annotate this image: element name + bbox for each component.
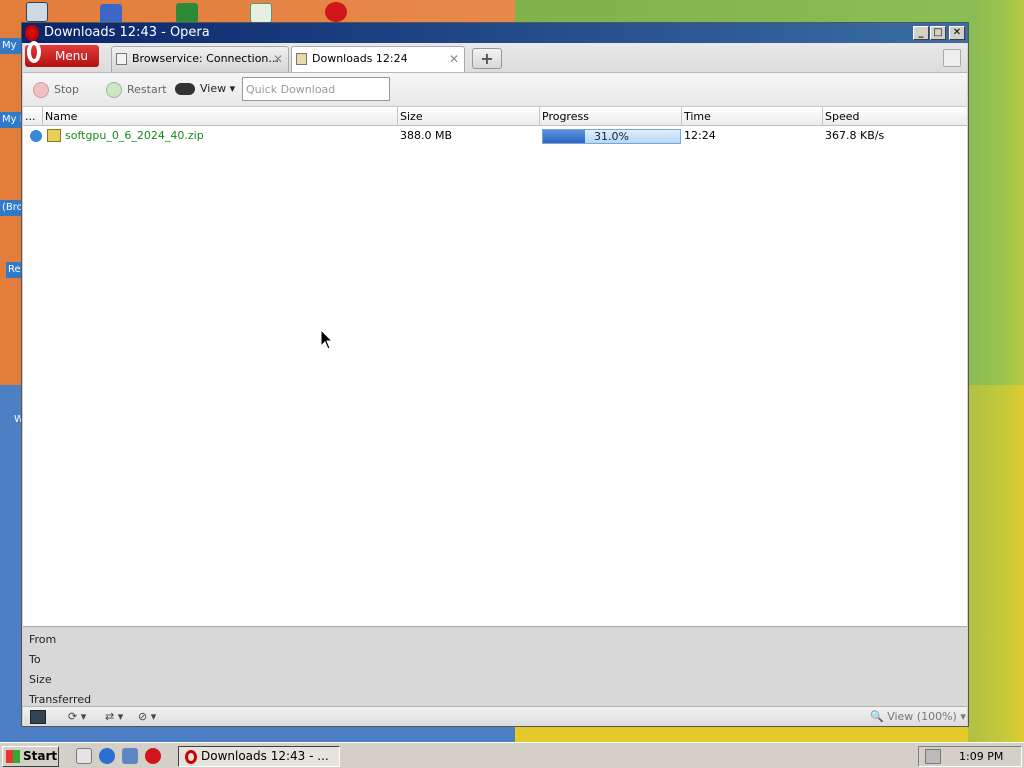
desktop-icon-label[interactable]: My I xyxy=(0,112,22,128)
share-icon[interactable]: ⇄ ▾ xyxy=(105,710,123,724)
stop-button[interactable]: Stop xyxy=(33,82,79,98)
new-tab-button[interactable]: + xyxy=(472,48,502,69)
desktop-computer-icon[interactable] xyxy=(26,2,48,22)
view-label: View xyxy=(200,82,227,95)
tab-browservice[interactable]: Browservice: Connection... ✕ xyxy=(111,46,289,72)
opera-quicklaunch-icon[interactable] xyxy=(145,748,161,764)
taskbar-item-label: Downloads 12:43 - ... xyxy=(201,749,329,763)
view-button[interactable]: View ▾ xyxy=(175,82,235,95)
status-bar: ⟳ ▾ ⇄ ▾ ⊘ ▾ 🔍 View (100%) ▾ xyxy=(23,706,967,726)
window-title: Downloads 12:43 - Opera xyxy=(44,25,210,40)
taskbar-item-opera[interactable]: Downloads 12:43 - ... xyxy=(178,746,340,767)
details-size-label: Size xyxy=(29,673,52,686)
download-details-panel: From To Size Transferred xyxy=(23,626,967,706)
opera-logo-icon xyxy=(25,25,39,41)
tab-label: Downloads 12:24 xyxy=(312,52,408,65)
mouse-cursor-icon xyxy=(320,329,334,350)
opera-logo-icon xyxy=(27,41,41,63)
desktop-network-icon[interactable] xyxy=(100,4,122,24)
downloads-list: ... Name Size Progress Time Speed softgp… xyxy=(23,107,967,626)
desktop-clock-icon[interactable] xyxy=(250,3,272,23)
show-desktop-icon[interactable] xyxy=(76,748,92,764)
close-tab-icon[interactable]: ✕ xyxy=(273,47,283,71)
desktop-wallpaper-edge xyxy=(968,0,1024,745)
start-label: Start xyxy=(23,749,58,763)
file-size: 388.0 MB xyxy=(400,129,453,142)
column-header-time[interactable]: Time xyxy=(682,107,823,126)
desktop-icon-label[interactable]: (Bro xyxy=(0,200,22,216)
restart-label: Restart xyxy=(127,83,167,96)
download-speed: 367.8 KB/s xyxy=(825,129,885,142)
zoom-label: View (100%) xyxy=(887,710,957,723)
list-header: ... Name Size Progress Time Speed xyxy=(23,107,967,126)
maximize-button[interactable]: □ xyxy=(930,26,946,40)
opera-menu-button[interactable]: Menu xyxy=(25,41,99,67)
closed-tabs-icon[interactable] xyxy=(943,49,961,67)
details-to-label: To xyxy=(29,653,41,666)
stop-icon xyxy=(33,82,49,98)
start-button[interactable]: Start xyxy=(2,746,59,767)
quick-download-input[interactable]: Quick Download xyxy=(242,77,390,101)
close-tab-icon[interactable]: ✕ xyxy=(449,47,459,71)
download-icon xyxy=(296,53,307,65)
taskbar: Start Downloads 12:43 - ... 1:09 PM xyxy=(0,742,1024,768)
details-from-label: From xyxy=(29,633,57,646)
sync-icon[interactable]: ⟳ ▾ xyxy=(68,710,86,724)
column-header-name[interactable]: Name xyxy=(43,107,398,126)
minimize-button[interactable]: _ xyxy=(913,26,929,40)
stop-label: Stop xyxy=(54,83,80,96)
column-header-size[interactable]: Size xyxy=(398,107,540,126)
tab-label: Browservice: Connection... xyxy=(132,52,279,65)
binoculars-icon xyxy=(175,83,195,95)
network-tray-icon[interactable] xyxy=(925,749,941,764)
internet-explorer-icon[interactable] xyxy=(99,748,115,764)
clock[interactable]: 1:09 PM xyxy=(959,747,1003,766)
column-header-progress[interactable]: Progress xyxy=(540,107,682,126)
downloading-status-icon xyxy=(30,130,42,142)
windows-logo-icon xyxy=(6,750,20,763)
progress-bar: 31.0% xyxy=(542,129,681,144)
zip-file-icon xyxy=(47,129,61,142)
download-time: 12:24 xyxy=(684,129,716,142)
menu-label: Menu xyxy=(55,49,88,63)
desktop-icon-label[interactable]: Re xyxy=(6,262,22,278)
desktop-icon-label[interactable]: My xyxy=(0,38,22,54)
column-header-more[interactable]: ... xyxy=(23,107,43,126)
desktop-opera-icon[interactable] xyxy=(325,2,347,22)
table-row[interactable]: softgpu_0_6_2024_40.zip 388.0 MB 31.0% 1… xyxy=(23,127,967,145)
network-icon[interactable] xyxy=(122,748,138,764)
opera-logo-icon xyxy=(185,750,197,764)
opera-window: Downloads 12:43 - Opera _ □ ✕ Menu Brows… xyxy=(21,22,969,727)
restart-button[interactable]: Restart xyxy=(106,82,167,98)
restart-icon xyxy=(106,82,122,98)
progress-label: 31.0% xyxy=(594,130,629,143)
downloads-toolbar: Stop Restart View ▾ Quick Download xyxy=(23,73,967,107)
zoom-control[interactable]: 🔍 View (100%) ▾ xyxy=(870,710,966,724)
system-tray: 1:09 PM xyxy=(918,746,1022,767)
file-name[interactable]: softgpu_0_6_2024_40.zip xyxy=(65,127,204,145)
title-bar[interactable]: Downloads 12:43 - Opera _ □ ✕ xyxy=(22,23,968,43)
page-icon xyxy=(116,53,127,65)
block-icon[interactable]: ⊘ ▾ xyxy=(138,710,156,724)
desktop-excel-icon[interactable] xyxy=(176,3,198,23)
column-header-speed[interactable]: Speed xyxy=(823,107,967,126)
close-button[interactable]: ✕ xyxy=(949,26,965,40)
panel-toggle-icon[interactable] xyxy=(30,710,46,724)
tab-downloads[interactable]: Downloads 12:24 ✕ xyxy=(291,46,465,72)
tab-strip: Menu Browservice: Connection... ✕ Downlo… xyxy=(23,41,967,73)
details-transferred-label: Transferred xyxy=(29,693,92,706)
